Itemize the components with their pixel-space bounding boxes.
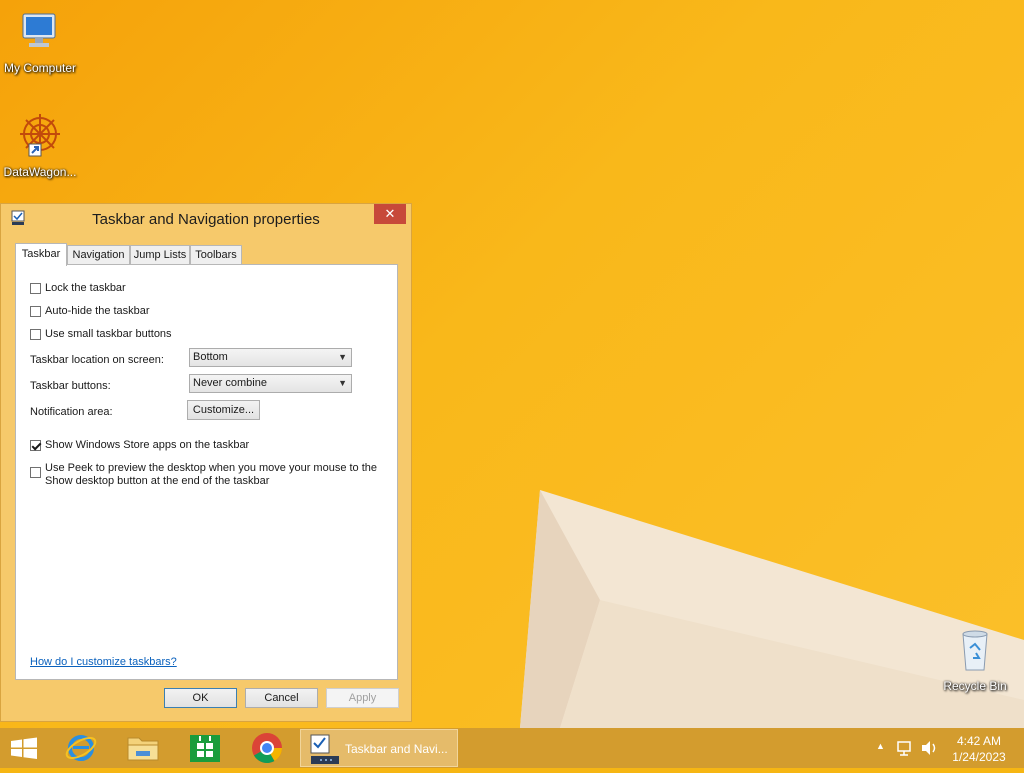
computer-icon: [22, 13, 56, 47]
peek-label: Use Peek to preview the desktop when you…: [45, 462, 377, 488]
recycle-bin-desktop-icon[interactable]: Recycle Bin: [935, 628, 1015, 693]
datawagon-desktop-icon[interactable]: DataWagon...: [0, 110, 80, 179]
store-apps-label: Show Windows Store apps on the taskbar: [45, 439, 250, 451]
peek-checkbox[interactable]: [30, 467, 41, 478]
network-icon: [897, 741, 911, 756]
windows-logo-icon: [11, 737, 37, 759]
tab-jump-lists[interactable]: Jump Lists: [130, 245, 190, 264]
chevron-up-icon: ▲: [876, 741, 885, 751]
notification-area-label: Notification area:: [30, 406, 113, 418]
system-clock[interactable]: 4:42 AM 1/24/2023: [940, 733, 1018, 765]
close-icon: ✕: [384, 206, 396, 221]
tab-taskbar[interactable]: Taskbar: [15, 243, 67, 266]
start-button[interactable]: [0, 728, 48, 768]
file-explorer-taskbar-button[interactable]: [114, 728, 172, 768]
desktop: My Computer DataWagon... Recycle Bin Tas…: [0, 0, 1024, 728]
internet-explorer-taskbar-button[interactable]: [52, 728, 110, 768]
datawagon-icon: [20, 114, 60, 157]
lock-taskbar-option[interactable]: Lock the taskbar: [30, 282, 126, 294]
location-label: Taskbar location on screen:: [30, 354, 164, 366]
small-buttons-label: Use small taskbar buttons: [45, 328, 172, 340]
taskbar-properties-taskbar-button[interactable]: Taskbar and Navi...: [300, 729, 458, 767]
autohide-taskbar-checkbox[interactable]: [30, 306, 41, 317]
store-apps-option[interactable]: Show Windows Store apps on the taskbar: [30, 439, 249, 451]
autohide-taskbar-option[interactable]: Auto-hide the taskbar: [30, 305, 150, 317]
tab-navigation[interactable]: Navigation: [67, 245, 130, 264]
taskbar-properties-icon: [310, 734, 339, 764]
tab-toolbars[interactable]: Toolbars: [190, 245, 242, 264]
internet-explorer-icon: [65, 735, 97, 761]
peek-option[interactable]: Use Peek to preview the desktop when you…: [30, 462, 377, 488]
chevron-down-icon: ▼: [338, 378, 347, 388]
peek-label-line2: Show desktop button at the end of the ta…: [45, 475, 270, 487]
my-computer-desktop-icon[interactable]: My Computer: [0, 10, 80, 75]
help-link[interactable]: How do I customize taskbars?: [30, 656, 177, 668]
cancel-button[interactable]: Cancel: [245, 688, 318, 708]
store-icon: [190, 735, 220, 762]
datawagon-label: DataWagon...: [3, 165, 77, 179]
taskbar-tab-panel: Lock the taskbar Auto-hide the taskbar U…: [15, 264, 398, 680]
clock-date: 1/24/2023: [952, 750, 1006, 764]
lock-taskbar-label: Lock the taskbar: [45, 282, 126, 294]
close-button[interactable]: ✕: [374, 204, 406, 224]
dialog-title: Taskbar and Navigation properties: [92, 211, 320, 228]
peek-label-line1: Use Peek to preview the desktop when you…: [45, 462, 378, 474]
show-hidden-icons-button[interactable]: ▲: [872, 728, 888, 768]
chrome-icon: [252, 733, 282, 764]
recycle-bin-icon: [962, 630, 988, 671]
small-buttons-checkbox[interactable]: [30, 329, 41, 340]
clock-time: 4:42 AM: [956, 734, 1002, 748]
dialog-titlebar[interactable]: Taskbar and Navigation properties ✕: [1, 204, 411, 234]
ok-button[interactable]: OK: [164, 688, 237, 708]
volume-tray-button[interactable]: [918, 728, 940, 768]
store-apps-checkbox[interactable]: [30, 440, 41, 451]
autohide-taskbar-label: Auto-hide the taskbar: [45, 305, 150, 317]
volume-icon: [922, 741, 936, 755]
apply-button[interactable]: Apply: [326, 688, 399, 708]
taskbar-buttons-label: Taskbar buttons:: [30, 380, 111, 392]
taskbar-properties-dialog: Taskbar and Navigation properties ✕ Task…: [0, 203, 412, 722]
chrome-taskbar-button[interactable]: [238, 728, 296, 768]
store-taskbar-button[interactable]: [176, 728, 234, 768]
small-buttons-option[interactable]: Use small taskbar buttons: [30, 328, 172, 340]
location-dropdown[interactable]: Bottom ▼: [189, 348, 352, 367]
recycle-bin-label: Recycle Bin: [943, 679, 1007, 693]
taskbar: Taskbar and Navi... ▲ 4:42 AM 1/24/2023: [0, 728, 1024, 768]
folder-icon: [127, 737, 159, 761]
location-value: Bottom: [193, 351, 228, 363]
active-window-label: Taskbar and Navi...: [345, 742, 448, 756]
customize-button[interactable]: Customize...: [187, 400, 260, 420]
lock-taskbar-checkbox[interactable]: [30, 283, 41, 294]
taskbar-buttons-dropdown[interactable]: Never combine ▼: [189, 374, 352, 393]
chevron-down-icon: ▼: [338, 352, 347, 362]
taskbar-buttons-value: Never combine: [193, 377, 267, 389]
my-computer-label: My Computer: [3, 61, 77, 75]
network-tray-button[interactable]: [892, 728, 916, 768]
